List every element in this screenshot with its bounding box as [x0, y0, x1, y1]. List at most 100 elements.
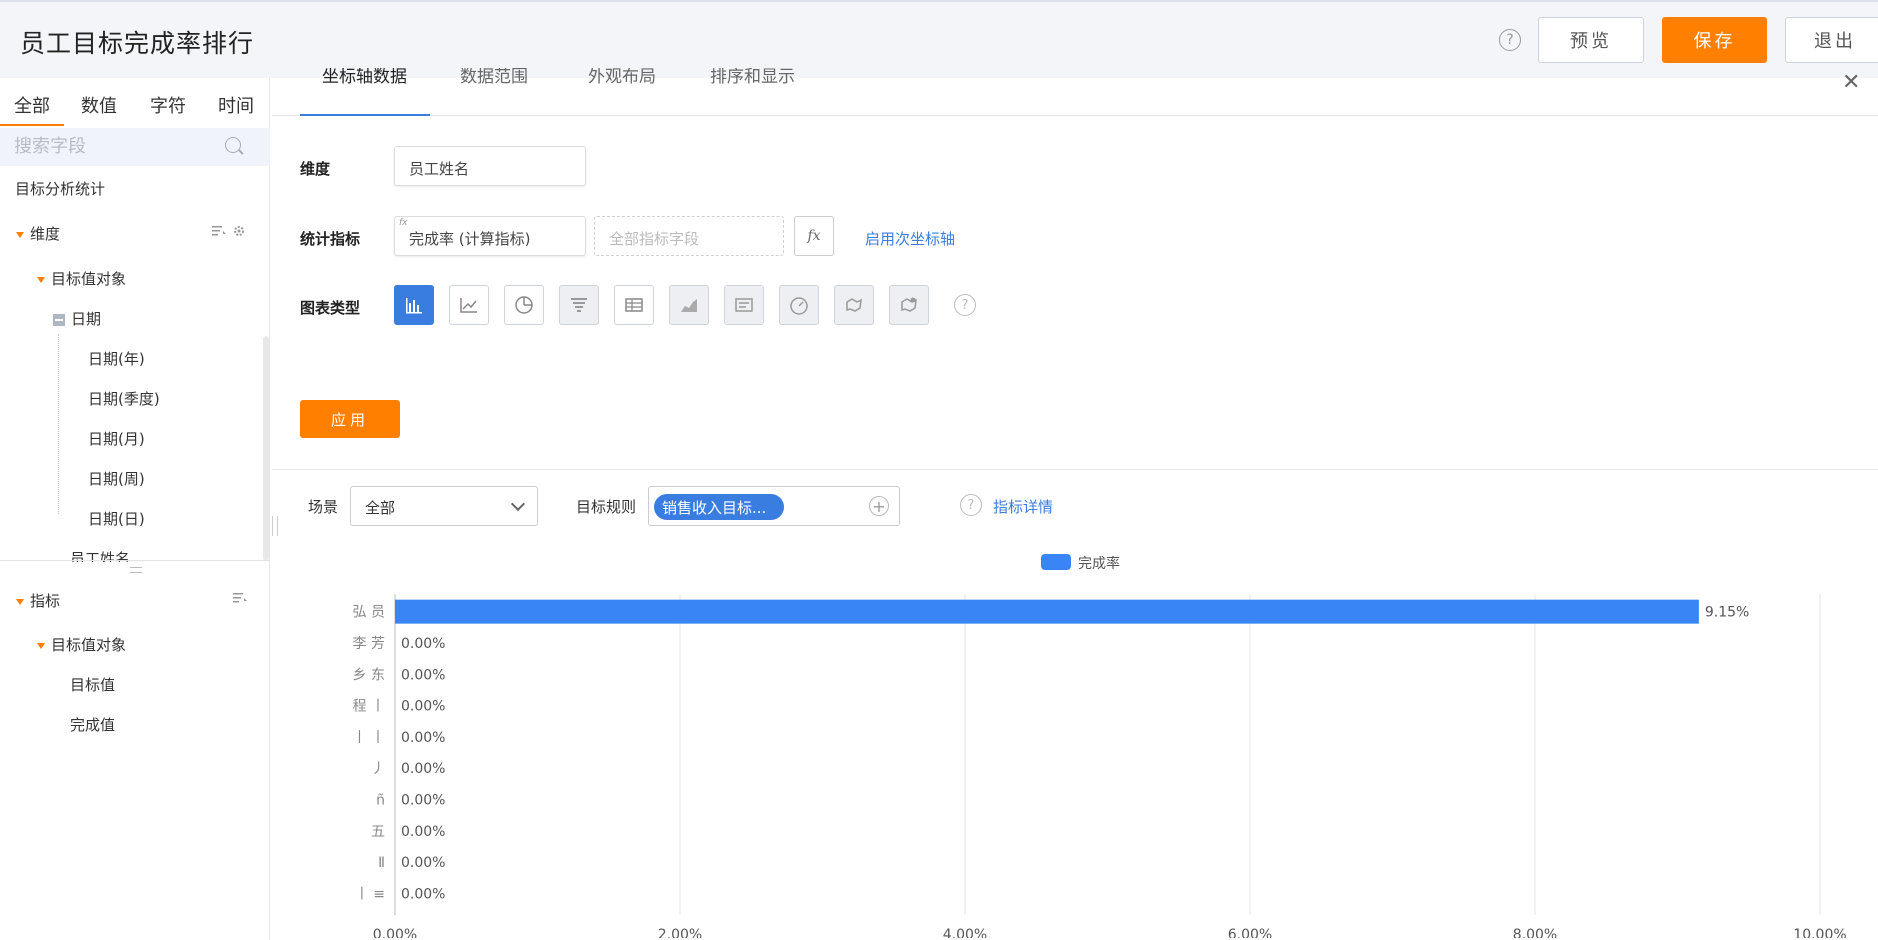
tree-node-target-object[interactable]: 目标值对象: [37, 268, 126, 289]
tree-scrollbar[interactable]: [263, 336, 269, 561]
data-label: 0.00%: [401, 761, 445, 777]
legend-swatch[interactable]: [1041, 554, 1071, 570]
area-chart-icon[interactable]: [669, 285, 709, 325]
tree-node-label: 日期: [71, 310, 102, 328]
apply-button[interactable]: 应用: [300, 400, 400, 438]
tab-sort-display[interactable]: 排序和显示: [710, 68, 795, 98]
legend-label: 完成率: [1078, 556, 1120, 572]
data-label: 0.00%: [401, 730, 445, 746]
panel-divider: [0, 560, 270, 561]
bar-chart-icon[interactable]: [394, 285, 434, 325]
x-tick-label: 0.00%: [373, 927, 417, 938]
tab-time[interactable]: 时间: [202, 78, 270, 118]
gauge-icon[interactable]: [779, 285, 819, 325]
metric-dropzone[interactable]: 全部指标字段: [594, 216, 784, 256]
category-label: 李 芳: [353, 635, 385, 652]
x-tick-label: 6.00%: [1228, 927, 1272, 938]
tree-node-date[interactable]: 日期: [53, 308, 101, 329]
scene-select-value: 全部: [365, 499, 396, 517]
field-date-month[interactable]: 日期(月): [88, 428, 145, 449]
field-search: [0, 128, 270, 166]
funnel-chart-icon[interactable]: [559, 285, 599, 325]
search-icon[interactable]: [225, 137, 241, 153]
plus-icon[interactable]: +: [869, 496, 889, 516]
table-icon[interactable]: [614, 285, 654, 325]
category-label: Ⅱ: [378, 855, 385, 871]
active-tab-indicator: [300, 114, 430, 116]
tree-node-label: 指标: [30, 592, 61, 610]
bar-chart: 0.00% 2.00% 4.00% 6.00% 8.00% 10.00% 9.15% 弘 员 0…: [353, 594, 1847, 938]
map-pin-icon[interactable]: [889, 285, 929, 325]
category-label: 丨 丨: [353, 730, 385, 746]
tree-node-metric-object[interactable]: 目标值对象: [37, 634, 126, 655]
pie-chart-icon[interactable]: [504, 285, 544, 325]
metric-detail-link[interactable]: 指标详情: [993, 496, 1053, 517]
tab-appearance[interactable]: 外观布局: [588, 68, 656, 98]
config-tabs: 坐标轴数据 数据范围 外观布局 排序和显示 ✕: [272, 68, 1878, 116]
bar[interactable]: [395, 599, 1699, 624]
gear-icon[interactable]: [233, 225, 247, 237]
data-label: 0.00%: [401, 824, 445, 840]
data-label: 0.00%: [401, 636, 445, 652]
tab-axis-data[interactable]: 坐标轴数据: [322, 68, 407, 98]
sort-icon[interactable]: [212, 225, 226, 237]
tree-node-label: 维度: [30, 225, 61, 243]
data-label: 0.00%: [401, 855, 445, 871]
map-icon[interactable]: [834, 285, 874, 325]
category-label: 丿: [371, 761, 385, 777]
help-icon[interactable]: ?: [1499, 29, 1521, 51]
line-chart-icon[interactable]: [449, 285, 489, 325]
tree-node-dimension[interactable]: 维度: [16, 223, 60, 244]
search-input[interactable]: [14, 136, 214, 157]
section-title: 目标分析统计: [15, 180, 106, 198]
sort-icon[interactable]: [233, 592, 247, 604]
field-date-year[interactable]: 日期(年): [88, 348, 145, 369]
field-date-quarter[interactable]: 日期(季度): [88, 388, 160, 409]
category-label: 弘 员: [353, 605, 385, 621]
category-label: 乡 东: [353, 667, 385, 683]
data-label: 0.00%: [401, 699, 445, 715]
chevron-down-icon: [510, 496, 526, 512]
dimension-field[interactable]: 员工姓名: [394, 146, 586, 186]
category-label: ñ: [376, 792, 385, 808]
help-icon[interactable]: ?: [960, 494, 982, 516]
tree-node-label: 目标值对象: [51, 270, 127, 288]
tab-all[interactable]: 全部: [0, 78, 64, 126]
save-button[interactable]: 保存: [1662, 17, 1767, 63]
text-card-icon[interactable]: [724, 285, 764, 325]
help-icon[interactable]: ?: [954, 294, 976, 316]
secondary-axis-link[interactable]: 启用次坐标轴: [865, 228, 955, 249]
close-icon[interactable]: ✕: [1842, 70, 1860, 95]
tree-node-metric[interactable]: 指标: [16, 590, 60, 611]
formula-button[interactable]: fx: [794, 216, 834, 256]
tab-numeric[interactable]: 数值: [64, 78, 134, 118]
category-label: 程 丨: [353, 699, 385, 715]
chart-type-label: 图表类型: [300, 299, 361, 317]
metric-field[interactable]: fx 完成率 (计算指标): [394, 216, 586, 256]
field-target-value[interactable]: 目标值: [70, 674, 115, 695]
target-rule-field[interactable]: 销售收入目标... +: [648, 486, 900, 526]
x-tick-label: 8.00%: [1513, 927, 1557, 938]
field-completed-value[interactable]: 完成值: [70, 714, 115, 735]
caret-down-icon: [37, 276, 45, 283]
page-title: 员工目标完成率排行: [20, 29, 255, 58]
x-tick-label: 2.00%: [658, 927, 702, 938]
tab-string[interactable]: 字符: [134, 78, 202, 118]
app-root: 员工目标完成率排行 ? 预览 保存 退出 全部 数值 字符 时间 目标分析统计 …: [0, 0, 1878, 940]
x-tick-label: 4.00%: [943, 927, 987, 938]
preview-button[interactable]: 预览: [1538, 17, 1644, 63]
scene-select[interactable]: 全部: [350, 486, 538, 526]
exit-button[interactable]: 退出: [1785, 17, 1878, 63]
fx-badge: fx: [399, 218, 408, 228]
tab-data-range[interactable]: 数据范围: [460, 68, 528, 98]
resize-handle-icon[interactable]: [130, 567, 142, 573]
field-date-week[interactable]: 日期(周): [88, 468, 145, 489]
field-date-day[interactable]: 日期(日): [88, 508, 145, 529]
data-label: 0.00%: [401, 886, 445, 902]
data-label: 0.00%: [401, 667, 445, 683]
collapse-icon[interactable]: [53, 313, 65, 326]
x-tick-label: 10.00%: [1793, 927, 1846, 938]
rule-chip[interactable]: 销售收入目标...: [654, 494, 784, 520]
section-divider: [272, 469, 1878, 470]
caret-down-icon: [16, 231, 24, 238]
